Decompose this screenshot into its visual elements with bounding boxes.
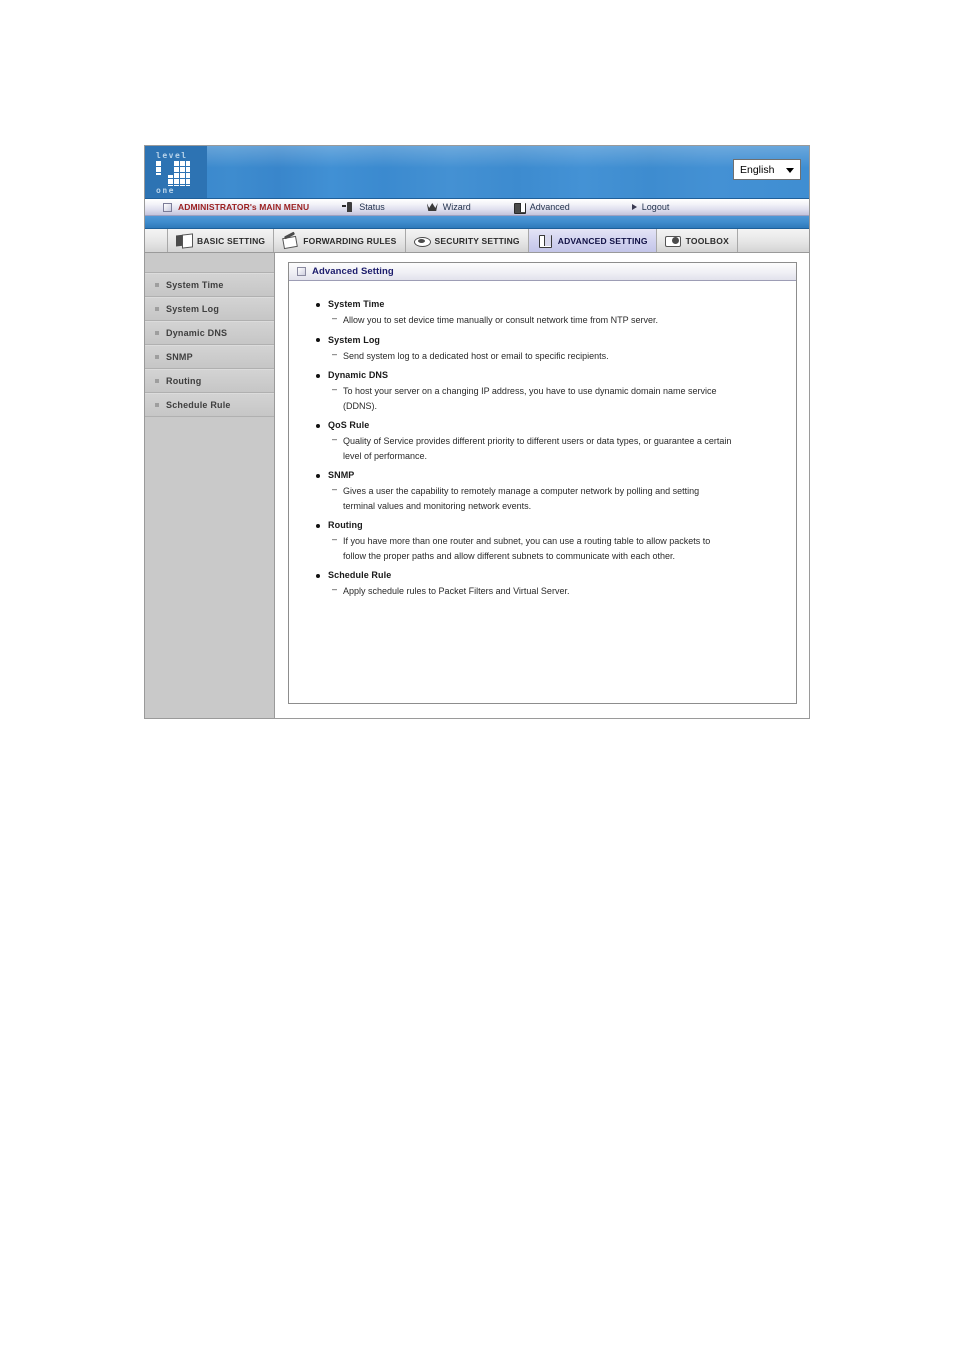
- square-icon: [163, 202, 172, 212]
- entry-heading: System Log: [315, 335, 782, 345]
- toolbox-gear-icon: [664, 233, 681, 248]
- pen-paper-icon: [282, 233, 298, 248]
- cube-icon: [513, 201, 526, 214]
- tab-toolbox-label: TOOLBOX: [685, 235, 729, 246]
- tab-basic-setting[interactable]: BASIC SETTING: [167, 229, 275, 252]
- sidebar-item-snmp[interactable]: SNMP: [145, 345, 274, 369]
- panel-body: System Time Allow you to set device time…: [289, 281, 796, 599]
- tab-security-setting[interactable]: SECURITY SETTING: [406, 229, 529, 252]
- menu-item-admin-main-menu[interactable]: ADMINISTRATOR's MAIN MENU: [163, 199, 309, 215]
- menu-item-status[interactable]: Status: [342, 199, 385, 215]
- sidebar-item-routing[interactable]: Routing: [145, 369, 274, 393]
- menu-item-advanced[interactable]: Advanced: [513, 199, 570, 215]
- wizard-hat-icon: [426, 201, 439, 213]
- sidebar: System Time System Log Dynamic DNS SNMP …: [145, 253, 275, 718]
- tab-toolbox[interactable]: TOOLBOX: [657, 229, 738, 252]
- panel-title-bar: Advanced Setting: [289, 263, 796, 281]
- triangle-right-icon: [631, 204, 637, 210]
- sidebar-item-dynamic-dns-label: Dynamic DNS: [166, 328, 228, 338]
- header-banner: level one English: [145, 146, 809, 199]
- bullet-icon: [155, 379, 159, 383]
- chevron-down-icon: [786, 168, 794, 173]
- entry-heading: Schedule Rule: [315, 570, 782, 580]
- logo-bottom-word: one: [156, 186, 175, 195]
- content-area: Advanced Setting System Time Allow you t…: [275, 253, 809, 718]
- sidebar-item-system-log-label: System Log: [166, 304, 220, 314]
- entry-description: Send system log to a dedicated host or e…: [315, 347, 733, 364]
- sidebar-item-dynamic-dns[interactable]: Dynamic DNS: [145, 321, 274, 345]
- entry-heading: Routing: [315, 520, 782, 530]
- list-item: System Time Allow you to set device time…: [315, 299, 782, 328]
- list-item: SNMP Gives a user the capability to remo…: [315, 470, 782, 513]
- tab-advanced-setting-label: ADVANCED SETTING: [557, 235, 648, 246]
- blue-divider-band: [145, 216, 809, 229]
- language-select-value: English: [740, 163, 775, 176]
- list-item: Schedule Rule Apply schedule rules to Pa…: [315, 570, 782, 599]
- menu-item-advanced-label: Advanced: [529, 202, 570, 212]
- entry-description: Apply schedule rules to Packet Filters a…: [315, 582, 733, 599]
- sidebar-item-routing-label: Routing: [166, 376, 202, 386]
- sidebar-item-snmp-label: SNMP: [166, 352, 193, 362]
- entry-description: If you have more than one router and sub…: [315, 532, 733, 563]
- menu-item-logout[interactable]: Logout: [631, 199, 670, 215]
- language-select[interactable]: English: [733, 159, 801, 180]
- cube-icon: [537, 233, 553, 248]
- menu-item-wizard-label: Wizard: [442, 202, 471, 212]
- bullet-icon: [155, 355, 159, 359]
- menu-item-logout-label: Logout: [641, 202, 670, 212]
- folder-icon: [176, 233, 192, 248]
- entry-heading: SNMP: [315, 470, 782, 480]
- logo-top-word: level: [156, 151, 188, 160]
- list-item: Dynamic DNS To host your server on a cha…: [315, 370, 782, 413]
- sidebar-item-system-time[interactable]: System Time: [145, 273, 274, 297]
- advanced-setting-panel: Advanced Setting System Time Allow you t…: [288, 262, 797, 704]
- menu-item-status-label: Status: [359, 202, 385, 212]
- tab-forwarding-rules-label: FORWARDING RULES: [303, 235, 397, 246]
- entry-description: Quality of Service provides different pr…: [315, 432, 733, 463]
- sidebar-item-schedule-rule[interactable]: Schedule Rule: [145, 393, 274, 417]
- entry-heading: QoS Rule: [315, 420, 782, 430]
- levelone-logo: level one: [145, 146, 207, 198]
- sidebar-item-schedule-rule-label: Schedule Rule: [166, 400, 231, 410]
- list-item: QoS Rule Quality of Service provides dif…: [315, 420, 782, 463]
- page-title: Advanced Setting: [312, 266, 394, 277]
- status-icon: [342, 201, 355, 213]
- router-admin-window: level one English ADMINISTRATOR's MAIN M…: [144, 145, 810, 719]
- bullet-icon: [155, 331, 159, 335]
- sidebar-item-system-log[interactable]: System Log: [145, 297, 274, 321]
- main-menu-bar: ADMINISTRATOR's MAIN MENU Status Wizard …: [145, 199, 809, 216]
- entry-heading: Dynamic DNS: [315, 370, 782, 380]
- tab-forwarding-rules[interactable]: FORWARDING RULES: [274, 229, 406, 252]
- entry-heading: System Time: [315, 299, 782, 309]
- bullet-icon: [155, 403, 159, 407]
- tab-security-setting-label: SECURITY SETTING: [434, 235, 520, 246]
- logo-mark-icon: [156, 161, 190, 186]
- square-icon: [297, 267, 306, 276]
- sidebar-top-spacer: [145, 253, 274, 273]
- tab-basic-setting-label: BASIC SETTING: [197, 235, 266, 246]
- banner-sheen: [145, 146, 809, 168]
- page-body: System Time System Log Dynamic DNS SNMP …: [145, 253, 809, 718]
- entry-description: Gives a user the capability to remotely …: [315, 482, 733, 513]
- tab-bar: BASIC SETTING FORWARDING RULES SECURITY …: [145, 229, 809, 253]
- list-item: System Log Send system log to a dedicate…: [315, 335, 782, 364]
- menu-item-admin-main-menu-label: ADMINISTRATOR's MAIN MENU: [178, 202, 310, 212]
- menu-item-wizard[interactable]: Wizard: [426, 199, 471, 215]
- sidebar-item-system-time-label: System Time: [166, 280, 224, 290]
- tab-advanced-setting[interactable]: ADVANCED SETTING: [528, 229, 657, 252]
- list-item: Routing If you have more than one router…: [315, 520, 782, 563]
- bullet-icon: [155, 307, 159, 311]
- entry-description: Allow you to set device time manually or…: [315, 311, 733, 328]
- lock-oval-icon: [413, 233, 431, 248]
- entry-description: To host your server on a changing IP add…: [315, 382, 733, 413]
- bullet-icon: [155, 283, 159, 287]
